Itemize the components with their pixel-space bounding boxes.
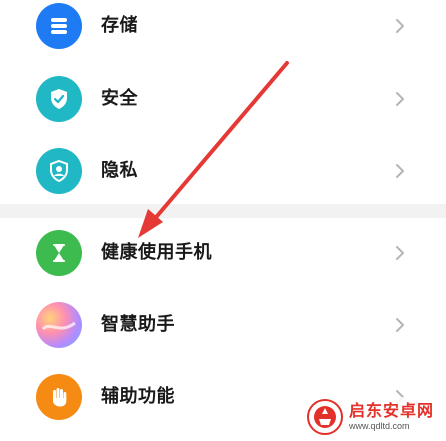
site-watermark: 启东安卓网 www.qdltd.com	[304, 397, 440, 437]
settings-item-privacy[interactable]: 隐私	[0, 136, 446, 206]
section-divider	[0, 204, 446, 218]
settings-item-security[interactable]: 安全	[0, 64, 446, 134]
settings-item-label: 辅助功能	[101, 386, 175, 407]
chevron-right-icon	[396, 92, 404, 106]
storage-icon	[36, 3, 82, 49]
settings-item-label: 隐私	[101, 160, 138, 181]
settings-item-label: 安全	[101, 88, 138, 109]
chevron-right-icon	[396, 164, 404, 178]
settings-item-smart-assistant[interactable]: 智慧助手	[0, 290, 446, 360]
watermark-url: www.qdltd.com	[348, 421, 410, 431]
watermark-title: 启东安卓网	[348, 401, 434, 420]
hourglass-icon	[36, 230, 82, 276]
settings-item-label: 智慧助手	[101, 314, 175, 335]
settings-item-label: 存储	[101, 15, 138, 36]
chevron-right-icon	[396, 246, 404, 260]
settings-item-label: 健康使用手机	[101, 242, 212, 263]
smart-assistant-icon	[36, 302, 82, 348]
hand-icon	[36, 374, 82, 420]
chevron-right-icon	[396, 19, 404, 33]
chevron-right-icon	[396, 318, 404, 332]
watermark-logo-icon	[306, 399, 343, 435]
privacy-icon	[36, 148, 82, 194]
settings-item-digital-balance[interactable]: 健康使用手机	[0, 218, 446, 288]
security-shield-icon	[36, 76, 82, 122]
settings-group-1: 存储 安全 隐私	[0, 0, 446, 204]
settings-item-storage[interactable]: 存储	[0, 0, 446, 61]
